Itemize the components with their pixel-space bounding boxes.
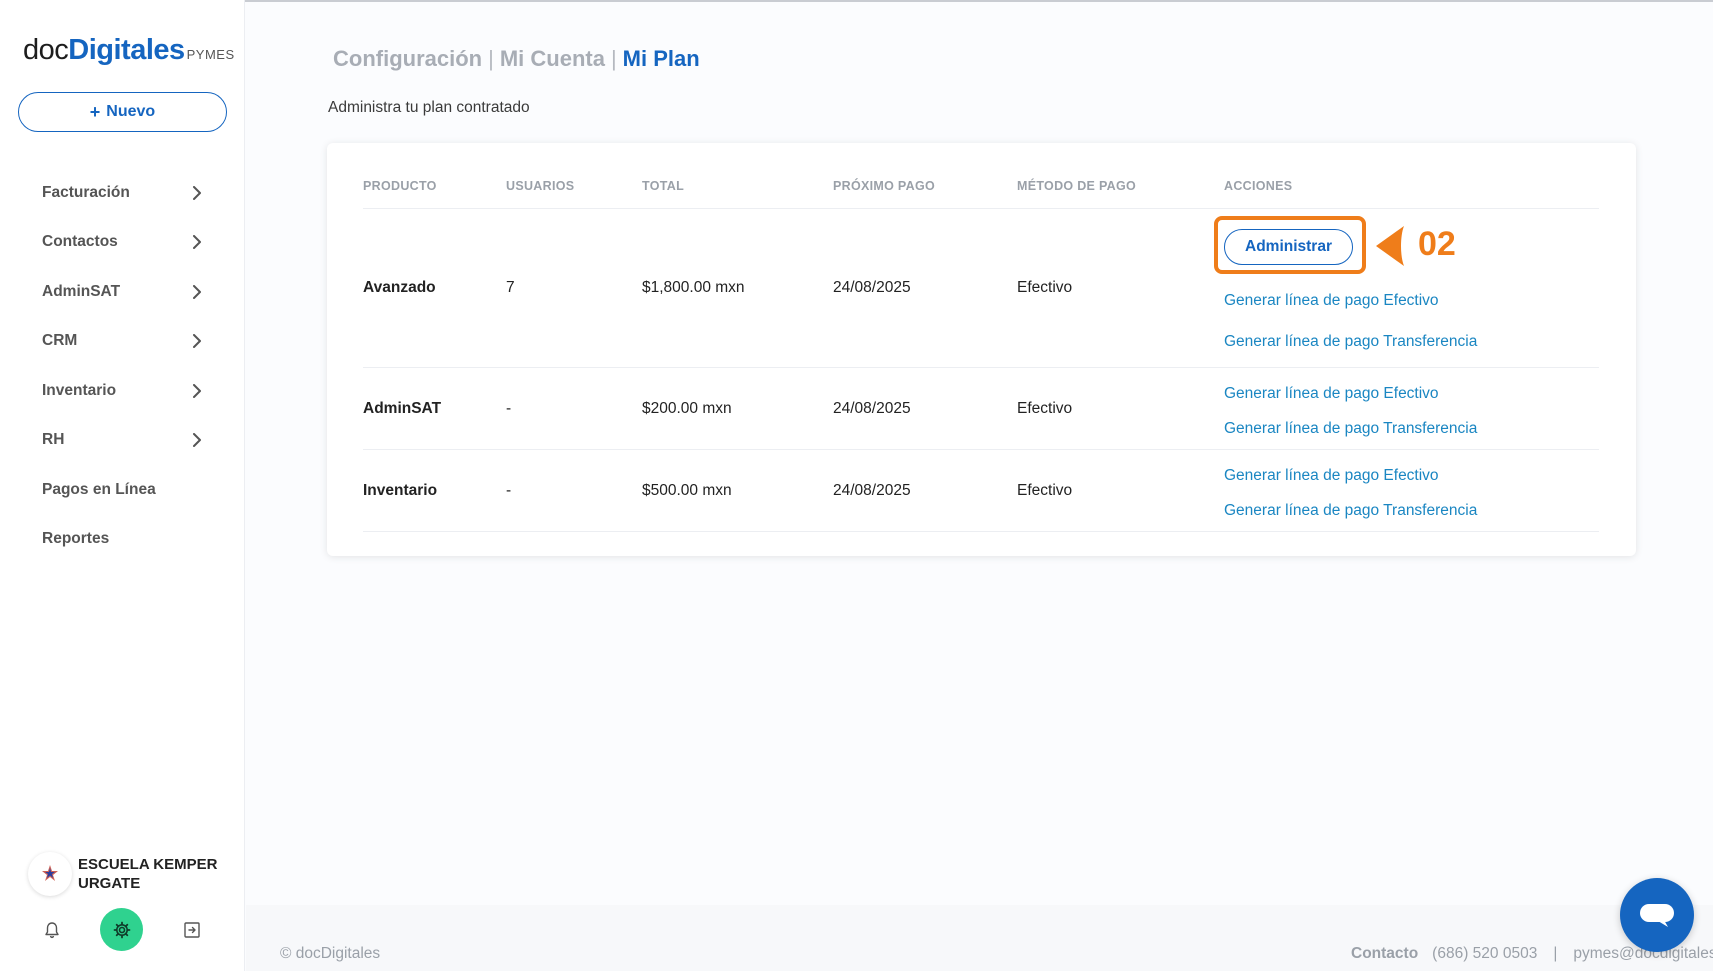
chat-bubble-icon	[1640, 904, 1674, 927]
breadcrumb-configuracion[interactable]: Configuración	[333, 46, 482, 71]
sidebar-item-facturacion[interactable]: Facturación	[0, 168, 245, 218]
cell-total: $200.00 mxn	[642, 400, 732, 417]
step-number-label: 02	[1418, 225, 1456, 263]
sidebar-item-label: CRM	[42, 332, 78, 350]
cell-metodo-pago: Efectivo	[1017, 279, 1073, 296]
cell-usuarios: -	[506, 400, 512, 417]
brand-logo[interactable]: docDigitales PYMES	[23, 34, 235, 67]
cell-proximo-pago: 24/08/2025	[833, 279, 911, 296]
column-header-metodo-de-pago: MÉTODO DE PAGO	[1017, 179, 1137, 193]
generar-pago-efectivo-link[interactable]: Generar línea de pago Efectivo	[1224, 467, 1439, 485]
sidebar-item-label: Facturación	[42, 183, 130, 201]
cell-proximo-pago: 24/08/2025	[833, 482, 911, 499]
cell-usuarios: 7	[506, 279, 515, 296]
logout-icon	[184, 922, 200, 938]
logo-pymes-text: PYMES	[186, 47, 235, 62]
sidebar: docDigitales PYMES + Nuevo Facturación Co…	[0, 0, 245, 971]
sidebar-item-label: Contactos	[42, 233, 118, 251]
generar-pago-transferencia-link[interactable]: Generar línea de pago Transferencia	[1224, 502, 1477, 520]
generar-pago-efectivo-link[interactable]: Generar línea de pago Efectivo	[1224, 385, 1439, 403]
footer-phone[interactable]: (686) 520 0503	[1432, 945, 1537, 962]
footer-separator: |	[1553, 945, 1558, 962]
school-logo-icon	[42, 865, 58, 881]
logo-doc-text: doc	[23, 34, 69, 66]
sidebar-item-label: Inventario	[42, 381, 117, 399]
cell-total: $500.00 mxn	[642, 482, 732, 499]
chat-button[interactable]	[1620, 878, 1694, 952]
bell-icon	[45, 922, 59, 939]
generar-pago-transferencia-link[interactable]: Generar línea de pago Transferencia	[1224, 420, 1477, 438]
account-info[interactable]: ESCUELA KEMPER URGATE	[28, 852, 238, 896]
cell-producto: Avanzado	[363, 279, 436, 296]
sidebar-item-reportes[interactable]: Reportes	[0, 515, 245, 565]
column-header-acciones: ACCIONES	[1224, 179, 1293, 193]
column-header-total: TOTAL	[642, 179, 685, 193]
new-button-label: Nuevo	[106, 103, 156, 120]
breadcrumb-mi-plan: Mi Plan	[622, 46, 700, 71]
highlight-box	[1214, 216, 1366, 274]
sidebar-item-contactos[interactable]: Contactos	[0, 218, 245, 268]
gear-icon	[113, 921, 130, 938]
sidebar-item-adminsat[interactable]: AdminSAT	[0, 267, 245, 317]
chevron-right-icon	[193, 235, 201, 250]
breadcrumb-separator: |	[488, 46, 494, 71]
footer-contact-label: Contacto	[1351, 945, 1419, 962]
generar-pago-transferencia-link[interactable]: Generar línea de pago Transferencia	[1224, 333, 1477, 351]
breadcrumb-separator: |	[610, 46, 617, 71]
generar-pago-efectivo-link[interactable]: Generar línea de pago Efectivo	[1224, 292, 1439, 310]
page-subtitle: Administra tu plan contratado	[328, 99, 530, 116]
top-border	[0, 0, 1713, 2]
sidebar-item-label: Reportes	[42, 530, 110, 548]
cell-proximo-pago: 24/08/2025	[833, 400, 911, 417]
chevron-right-icon	[193, 185, 201, 200]
sidebar-nav: Facturación Contactos AdminSAT CRM Inven…	[0, 168, 245, 564]
cell-total: $1,800.00 mxn	[642, 279, 745, 296]
chevron-right-icon	[193, 284, 201, 299]
settings-button[interactable]	[100, 908, 143, 951]
cell-producto: AdminSAT	[363, 400, 442, 417]
sidebar-item-label: AdminSAT	[42, 282, 121, 300]
breadcrumb: Configuración | Mi Cuenta | Mi Plan	[333, 46, 700, 72]
sidebar-item-inventario[interactable]: Inventario	[0, 366, 245, 416]
table-row: Inventario - $500.00 mxn 24/08/2025 Efec…	[363, 450, 1599, 532]
sidebar-item-rh[interactable]: RH	[0, 416, 245, 466]
column-header-proximo-pago: PRÓXIMO PAGO	[833, 179, 935, 193]
cell-metodo-pago: Efectivo	[1017, 482, 1073, 499]
chevron-right-icon	[193, 433, 201, 448]
plus-icon: +	[89, 101, 101, 122]
notifications-button[interactable]	[30, 908, 74, 952]
footer-copyright: © docDigitales	[280, 945, 381, 962]
logo-digitales-text: Digitales	[68, 34, 185, 66]
cell-usuarios: -	[506, 482, 512, 499]
cell-producto: Inventario	[363, 482, 438, 499]
sidebar-item-crm[interactable]: CRM	[0, 317, 245, 367]
footer: © docDigitales Contacto (686) 520 0503 | py…	[246, 905, 1713, 971]
cell-metodo-pago: Efectivo	[1017, 400, 1073, 417]
sidebar-item-label: Pagos en Línea	[42, 480, 156, 498]
sidebar-item-pagos-en-linea[interactable]: Pagos en Línea	[0, 465, 245, 515]
chevron-right-icon	[193, 383, 201, 398]
sidebar-item-label: RH	[42, 431, 65, 449]
logout-button[interactable]	[170, 908, 214, 952]
plan-table-card: PRODUCTO USUARIOS TOTAL PRÓXIMO PAGO MÉT…	[327, 143, 1636, 556]
table-header: PRODUCTO USUARIOS TOTAL PRÓXIMO PAGO MÉT…	[363, 179, 1599, 209]
table-row: AdminSAT - $200.00 mxn 24/08/2025 Efecti…	[363, 368, 1599, 450]
column-header-usuarios: USUARIOS	[506, 179, 575, 193]
sidebar-bottom-icons	[0, 908, 245, 952]
new-button[interactable]: + Nuevo	[18, 92, 227, 132]
column-header-producto: PRODUCTO	[363, 179, 437, 193]
avatar[interactable]	[28, 852, 72, 896]
chevron-right-icon	[193, 334, 201, 349]
account-name: ESCUELA KEMPER URGATE	[78, 856, 218, 892]
breadcrumb-mi-cuenta[interactable]: Mi Cuenta	[500, 46, 605, 71]
